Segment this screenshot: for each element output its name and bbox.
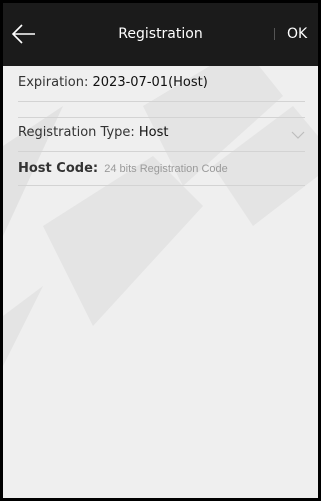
expiration-row: Expiration: 2023-07-01(Host) bbox=[18, 74, 305, 92]
registration-type-value: Host bbox=[138, 125, 169, 140]
divider bbox=[18, 117, 305, 118]
registration-type-select[interactable]: Registration Type: Host bbox=[18, 124, 305, 142]
title-bar: Registration OK bbox=[3, 3, 318, 66]
expiration-label: Expiration: bbox=[18, 75, 89, 90]
form-area: Expiration: 2023-07-01(Host) Registratio… bbox=[3, 66, 318, 498]
header-separator bbox=[274, 28, 275, 40]
ok-button[interactable]: OK bbox=[287, 25, 307, 43]
page-title: Registration bbox=[118, 26, 203, 42]
host-code-label: Host Code: bbox=[18, 161, 99, 176]
app-frame: Registration OK Expiration: 2023-07-01(H… bbox=[0, 0, 321, 501]
chevron-down-icon bbox=[291, 128, 305, 146]
divider bbox=[18, 101, 305, 102]
divider bbox=[18, 185, 305, 186]
divider bbox=[18, 151, 305, 152]
host-code-row: Host Code: bbox=[18, 160, 305, 178]
host-code-input[interactable] bbox=[104, 163, 285, 175]
expiration-value: 2023-07-01(Host) bbox=[92, 75, 208, 90]
registration-type-label: Registration Type: bbox=[18, 125, 135, 140]
